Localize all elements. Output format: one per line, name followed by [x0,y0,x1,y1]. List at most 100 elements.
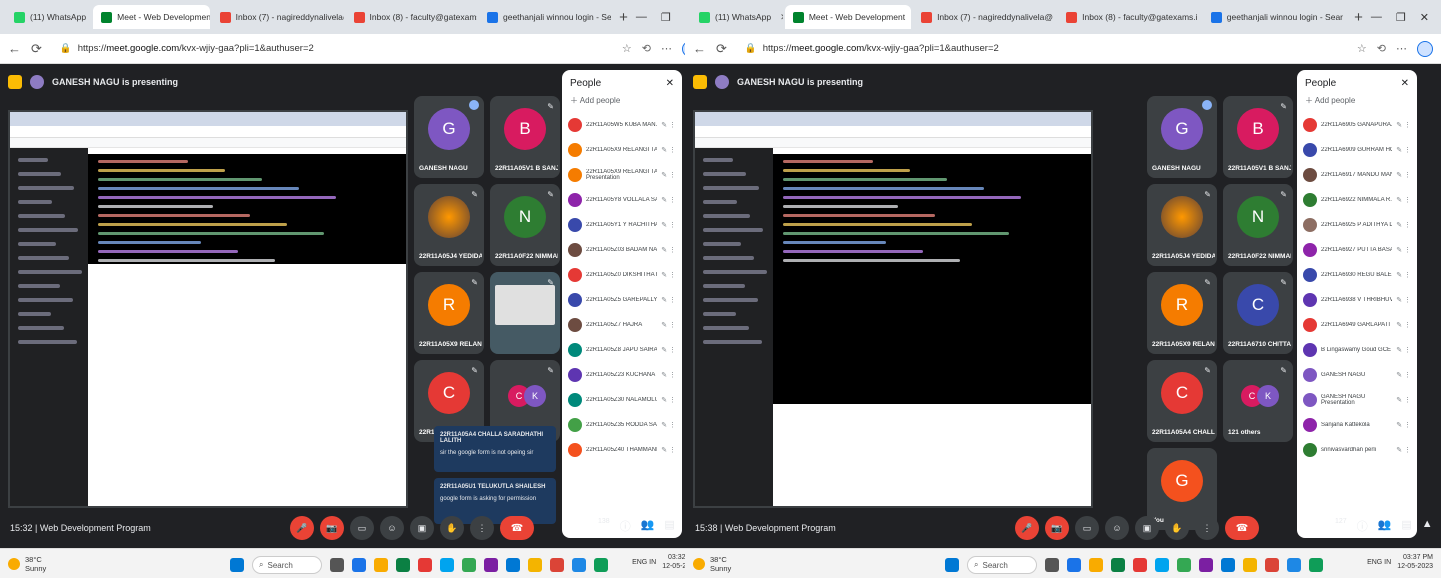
add-people-button[interactable]: ＋ Add people [1297,93,1417,112]
app-icon[interactable] [594,558,608,572]
participant-row[interactable]: 22R11A05Z35 RODDA SAN... ✎ ⋮ [562,412,682,437]
people-icon[interactable]: 👥 [641,518,655,534]
participant-row[interactable]: 22R11A05X9 RELANGI TA... ✎ ⋮ [562,137,682,162]
app-icon[interactable] [1111,558,1125,572]
pin-icon[interactable]: ✎ ⋮ [1396,371,1411,379]
pin-icon[interactable]: ✎ ⋮ [661,321,676,329]
participant-row[interactable]: 22R11A05Z03 BADAM NAV... ✎ ⋮ [562,237,682,262]
participant-tile[interactable]: G GANESH NAGU [414,96,484,178]
app-icon[interactable] [396,558,410,572]
menu-icon[interactable]: ⋯ [661,42,672,55]
restore-icon[interactable]: ❐ [1396,11,1406,24]
pin-icon[interactable]: ✎ ⋮ [661,121,676,129]
chat-icon[interactable]: ▤ [1401,518,1411,534]
app-icon[interactable] [1155,558,1169,572]
pin-icon[interactable]: ✎ ⋮ [1396,246,1411,254]
restore-icon[interactable]: ❐ [661,11,671,24]
participant-tile[interactable]: ✎R 22R11A05X9 RELANGI TA... [414,272,484,354]
app-icon[interactable] [1221,558,1235,572]
pin-icon[interactable]: ✎ ⋮ [1396,396,1411,404]
participant-row[interactable]: B Lingaswamy Goud GCET ✎ ⋮ [1297,337,1417,362]
participant-row[interactable]: 22R11A05Z0 DIKSHITHA R... ✎ ⋮ [562,262,682,287]
participant-tile[interactable]: ✎N 22R11A0F22 NIMMALA R... [490,184,560,266]
language-indicator[interactable]: ENG IN [632,559,656,566]
taskbar-search[interactable]: ⌕ Search [967,556,1037,574]
pin-icon[interactable]: ✎ ⋮ [1396,146,1411,154]
minimize-icon[interactable]: — [1371,11,1382,24]
participant-row[interactable]: 22R11A05Z23 KUCHANA SA... ✎ ⋮ [562,362,682,387]
app-icon[interactable] [440,558,454,572]
app-icon[interactable] [352,558,366,572]
back-icon[interactable]: ← [693,41,706,56]
browser-tab[interactable]: geethanjali winnou login - Sear✕ [1203,5,1346,29]
app-icon[interactable] [1287,558,1301,572]
participant-row[interactable]: 22R11A6949 GARLAPATI T... ✎ ⋮ [1297,312,1417,337]
more-options-button[interactable]: ⋮ [1195,516,1219,540]
app-icon[interactable] [528,558,542,572]
participant-tile[interactable]: ✎C 22R11A05A4 CHALLA SA... [1147,360,1217,442]
participant-tile[interactable]: ✎ C K 121 others [1223,360,1293,442]
pin-icon[interactable]: ✎ ⋮ [1396,221,1411,229]
browser-tab[interactable]: Inbox (7) - nagireddynalivela@✕ [913,5,1056,29]
pin-icon[interactable]: ✎ ⋮ [1396,446,1411,454]
browser-tab[interactable]: (11) WhatsApp ✕ [691,5,783,29]
new-tab-button[interactable]: + [1348,9,1369,26]
present-button[interactable]: ▣ [1135,516,1159,540]
add-people-button[interactable]: ＋ Add people [562,93,682,112]
mic-button[interactable]: 🎤 [1015,516,1039,540]
minimize-icon[interactable]: — [636,11,647,24]
participant-row[interactable]: 22R11A05Z8 JAPU SAIRAJ ✎ ⋮ [562,337,682,362]
participant-tile[interactable]: ✎ 22R11A05J4 YEDIDA VU... [1147,184,1217,266]
menu-icon[interactable]: ⋯ [1396,42,1407,55]
camera-button[interactable]: 📷 [320,516,344,540]
pin-icon[interactable]: ✎ ⋮ [1396,296,1411,304]
participant-row[interactable]: 22R11A6927 PUTTA BASA... ✎ ⋮ [1297,237,1417,262]
participant-row[interactable]: 22R11A05Y8 VOLLALA SA... ✎ ⋮ [562,187,682,212]
people-icon[interactable]: 👥 [1378,518,1392,534]
captions-button[interactable]: ▭ [1075,516,1099,540]
app-icon[interactable] [1199,558,1213,572]
participant-row[interactable]: 22R11A05Z40 THAMMANN... ✎ ⋮ [562,437,682,462]
participant-tile[interactable]: ✎ 22R11A05J4 YEDIDA VU... [414,184,484,266]
activities-icon[interactable]: ▲ [1422,518,1433,534]
participant-row[interactable]: 22R11A05Z5 GAREPALLY... ✎ ⋮ [562,287,682,312]
pin-icon[interactable]: ✎ ⋮ [661,446,676,454]
participant-row[interactable]: 22R11A6938 V THRIBHUVAN✎ ⋮ [1297,287,1417,312]
app-icon[interactable] [462,558,476,572]
present-button[interactable]: ▣ [410,516,434,540]
chat-notification[interactable]: 22R11A05A4 CHALLA SARADHATHI LALITH sir t… [434,426,556,472]
pin-icon[interactable]: ✎ ⋮ [661,421,676,429]
pin-icon[interactable]: ✎ ⋮ [1396,421,1411,429]
participant-row[interactable]: 22R11A6930 REGU BALES... ✎ ⋮ [1297,262,1417,287]
browser-tab[interactable]: Inbox (7) - nagireddynalivela@✕ [212,5,344,29]
pin-icon[interactable]: ✎ ⋮ [1396,271,1411,279]
leave-call-button[interactable]: ☎ [500,516,534,540]
reload-icon[interactable]: ⟳ [31,41,42,57]
app-icon[interactable] [418,558,432,572]
favorite-icon[interactable]: ☆ [1357,42,1367,55]
new-tab-button[interactable]: + [613,9,634,26]
more-options-button[interactable]: ⋮ [470,516,494,540]
app-icon[interactable] [550,558,564,572]
taskbar-search[interactable]: ⌕ Search [252,556,322,574]
pin-icon[interactable]: ✎ ⋮ [661,221,676,229]
app-icon[interactable] [1089,558,1103,572]
app-icon[interactable] [1133,558,1147,572]
raise-hand-button[interactable]: ✋ [1165,516,1189,540]
pin-icon[interactable]: ✎ ⋮ [661,246,676,254]
camera-button[interactable]: 📷 [1045,516,1069,540]
browser-tab[interactable]: Meet - Web Development✕ [93,5,210,29]
weather-widget[interactable]: 38°C Sunny [8,555,46,573]
windows-start-icon[interactable] [230,558,244,572]
participant-tile[interactable]: ✎R 22R11A05X9 RELANGI TA... [1147,272,1217,354]
app-icon[interactable] [1309,558,1323,572]
browser-tab[interactable]: geethanjali winnou login - Sear✕ [479,5,611,29]
info-icon[interactable]: ⓘ [1357,518,1368,534]
app-icon[interactable] [374,558,388,572]
app-icon[interactable] [1265,558,1279,572]
language-indicator[interactable]: ENG IN [1367,559,1391,566]
favorite-icon[interactable]: ☆ [622,42,632,55]
emoji-button[interactable]: ☺ [380,516,404,540]
close-icon[interactable]: ✕ [666,78,674,89]
reload-icon[interactable]: ⟳ [716,41,727,57]
